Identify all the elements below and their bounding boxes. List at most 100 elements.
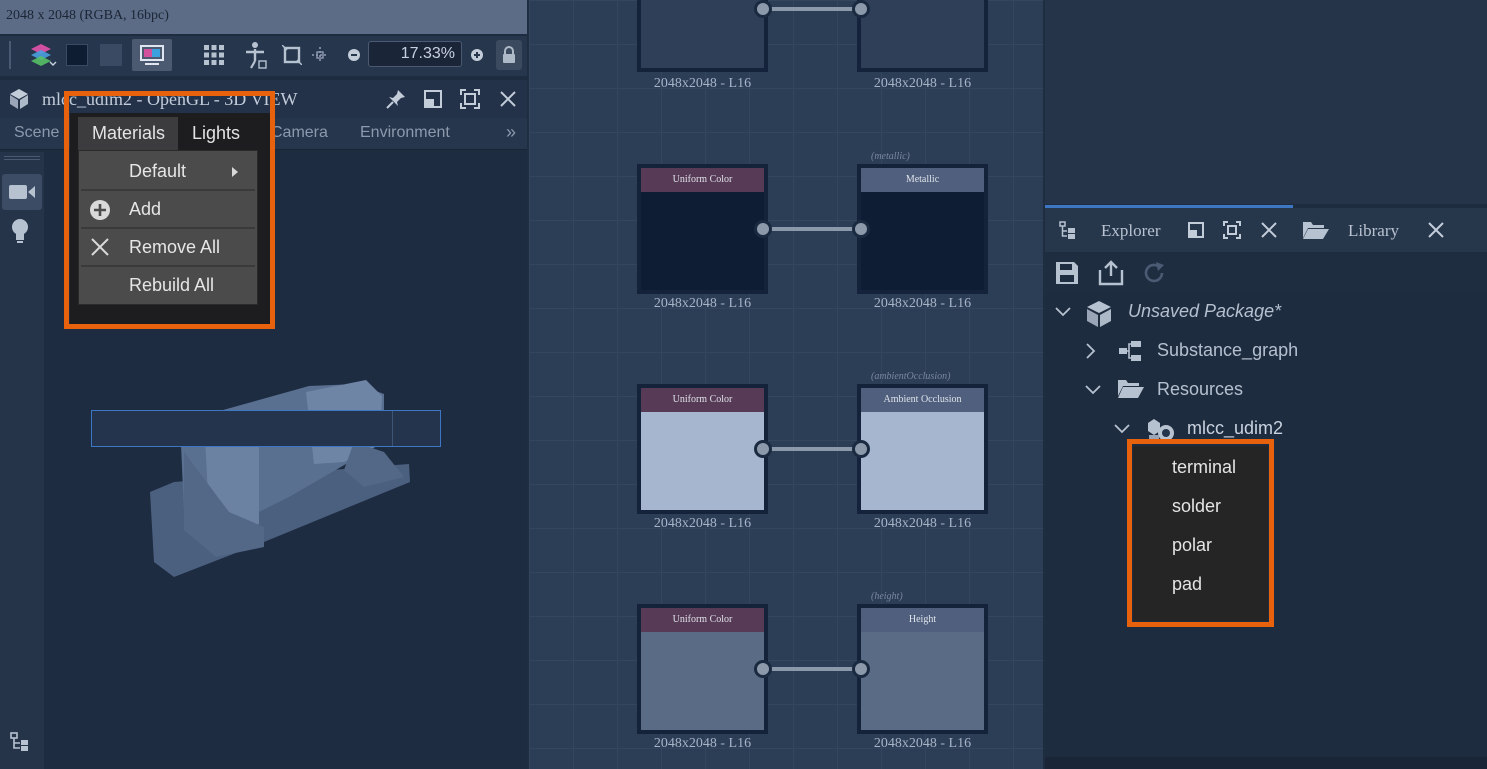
save-icon[interactable] bbox=[1055, 261, 1079, 290]
folder-open-icon bbox=[1118, 380, 1144, 398]
node-label: 2048x2048 - L16 bbox=[873, 736, 972, 751]
tabs-overflow-icon[interactable]: » bbox=[506, 122, 516, 143]
package-icon bbox=[1087, 301, 1111, 327]
lock-icon[interactable] bbox=[496, 40, 522, 70]
input-pin[interactable] bbox=[852, 660, 870, 678]
node-header: Ambient Occlusion bbox=[861, 388, 984, 412]
zoom-field[interactable]: 17.33% bbox=[368, 41, 462, 67]
node-preview bbox=[861, 632, 984, 730]
tree-item-graph[interactable]: Substance_graph bbox=[1085, 339, 1475, 375]
graph-node-uniform-color[interactable]: Uniform Color bbox=[637, 384, 768, 514]
tab-camera[interactable]: Camera bbox=[271, 124, 328, 142]
cube-icon bbox=[8, 88, 30, 115]
move-icon[interactable] bbox=[308, 39, 332, 71]
tab-scene[interactable]: Scene bbox=[14, 124, 59, 142]
node-label: 2048x2048 - L16 bbox=[873, 296, 972, 311]
node-preview bbox=[641, 632, 764, 730]
highlight-box-materials bbox=[64, 91, 275, 329]
display-mode-icon[interactable] bbox=[132, 39, 172, 71]
grid-icon[interactable] bbox=[200, 39, 228, 71]
node-label: 2048x2048 - L16 bbox=[873, 76, 972, 91]
chevron-down-icon bbox=[1085, 385, 1101, 395]
properties-area bbox=[1045, 0, 1487, 204]
graph-node[interactable] bbox=[637, 0, 768, 72]
graph-name: Substance_graph bbox=[1157, 340, 1299, 360]
close-icon[interactable] bbox=[1261, 222, 1277, 243]
export-icon[interactable] bbox=[1098, 260, 1124, 291]
tab-environment[interactable]: Environment bbox=[360, 124, 450, 142]
node-tag: (ambientOcclusion) bbox=[871, 371, 951, 382]
left-panel: 2048 x 2048 (RGBA, 16bpc) 17.33% mlcc_ud… bbox=[0, 0, 527, 769]
pin-icon[interactable] bbox=[386, 89, 406, 114]
output-pin[interactable] bbox=[754, 220, 772, 238]
node-preview bbox=[861, 412, 984, 510]
input-pin[interactable] bbox=[852, 0, 870, 18]
node-header: Height bbox=[861, 608, 984, 632]
input-pin[interactable] bbox=[852, 220, 870, 238]
node-header: Uniform Color bbox=[641, 388, 764, 412]
close-icon[interactable] bbox=[499, 90, 517, 113]
graph-wire bbox=[763, 667, 861, 671]
layers-icon[interactable] bbox=[24, 39, 60, 71]
frame-icon[interactable] bbox=[280, 39, 304, 71]
mesh-name: mlcc_udim2 bbox=[1187, 418, 1284, 438]
graph-wire bbox=[763, 227, 861, 231]
viewport-sidebar bbox=[0, 152, 44, 769]
chevron-right-icon bbox=[1086, 343, 1096, 359]
node-header: Uniform Color bbox=[641, 168, 764, 192]
float-icon[interactable] bbox=[1188, 222, 1204, 243]
tab-explorer[interactable]: Explorer bbox=[1101, 221, 1160, 241]
node-tag: (metallic) bbox=[871, 151, 910, 162]
node-label: 2048x2048 - L16 bbox=[653, 76, 752, 91]
package-name: Unsaved Package* bbox=[1128, 301, 1282, 321]
graph-node-ambient-occlusion[interactable]: Ambient Occlusion bbox=[857, 384, 988, 514]
graph-node-height[interactable]: Height bbox=[857, 604, 988, 734]
node-label: 2048x2048 - L16 bbox=[653, 296, 752, 311]
light-bulb-icon[interactable] bbox=[10, 218, 30, 249]
graph-node-uniform-color[interactable]: Uniform Color bbox=[637, 604, 768, 734]
highlight-box-material-list bbox=[1127, 439, 1274, 627]
tree-item-package[interactable]: Unsaved Package* bbox=[1055, 300, 1475, 336]
float-icon[interactable] bbox=[424, 90, 442, 113]
maximize-icon[interactable] bbox=[1223, 221, 1241, 244]
graph-view[interactable]: 2048x2048 - L16 2048x2048 - L16 (metalli… bbox=[529, 0, 1043, 769]
outliner-icon[interactable] bbox=[10, 732, 30, 757]
node-tag: (height) bbox=[871, 591, 903, 602]
refresh-icon[interactable] bbox=[1142, 261, 1166, 290]
zoom-in-icon[interactable] bbox=[467, 39, 487, 71]
explorer-tabbar: Explorer Library bbox=[1045, 205, 1487, 252]
node-preview bbox=[641, 192, 764, 290]
node-preview bbox=[861, 192, 984, 290]
output-pin[interactable] bbox=[754, 660, 772, 678]
graph-icon bbox=[1119, 341, 1141, 361]
status-bar bbox=[1045, 757, 1487, 769]
node-label: 2048x2048 - L16 bbox=[873, 516, 972, 531]
output-pin[interactable] bbox=[754, 0, 772, 18]
camera-icon[interactable] bbox=[2, 174, 42, 210]
tab-library[interactable]: Library bbox=[1348, 221, 1399, 241]
output-pin[interactable] bbox=[754, 440, 772, 458]
chevron-down-icon bbox=[1055, 307, 1071, 317]
grey-swatch-icon[interactable] bbox=[98, 39, 124, 71]
tree-item-resources[interactable]: Resources bbox=[1085, 378, 1475, 414]
tree-item-selection bbox=[91, 410, 441, 447]
zoom-out-icon[interactable] bbox=[344, 39, 364, 71]
dark-swatch-icon[interactable] bbox=[64, 39, 90, 71]
graph-node-metallic[interactable]: Metallic bbox=[857, 164, 988, 294]
sidebar-grip bbox=[4, 156, 40, 160]
node-header: Metallic bbox=[861, 168, 984, 192]
pivot-icon[interactable] bbox=[241, 39, 269, 71]
node-header: Uniform Color bbox=[641, 608, 764, 632]
chevron-down-icon bbox=[1114, 424, 1130, 434]
toolbar-grip bbox=[8, 39, 12, 71]
graph-node-uniform-color[interactable]: Uniform Color bbox=[637, 164, 768, 294]
input-pin[interactable] bbox=[852, 440, 870, 458]
graph-wire bbox=[763, 447, 861, 451]
explorer-toolbar bbox=[1045, 254, 1487, 292]
maximize-icon[interactable] bbox=[460, 89, 480, 114]
column-divider bbox=[392, 411, 393, 446]
node-label: 2048x2048 - L16 bbox=[653, 736, 752, 751]
node-preview bbox=[641, 412, 764, 510]
graph-node[interactable] bbox=[857, 0, 988, 72]
close-icon[interactable] bbox=[1428, 222, 1444, 243]
